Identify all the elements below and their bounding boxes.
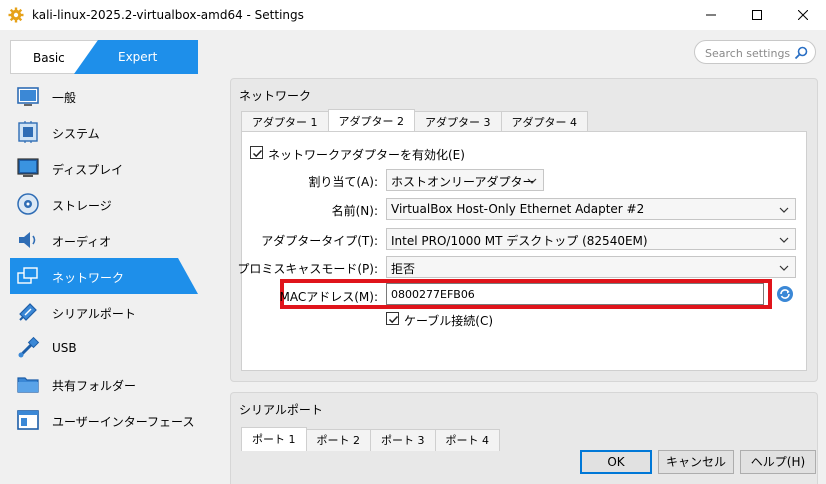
sidebar-item-label: ディスプレイ — [52, 163, 124, 177]
maximize-button[interactable] — [734, 0, 780, 30]
title-bar: kali-linux-2025.2-virtualbox-amd64 - Set… — [0, 0, 826, 30]
display-icon — [17, 158, 39, 177]
network-icon — [17, 267, 38, 284]
sidebar-item-shared-folder[interactable]: 共有フォルダー — [10, 366, 220, 402]
sidebar-item-label: ストレージ — [52, 199, 112, 213]
checkmark-icon — [252, 149, 263, 158]
cable-connected-label[interactable]: ケーブル接続(C) — [404, 312, 493, 329]
tab-adapter-1[interactable]: アダプター 1 — [241, 111, 329, 133]
mac-address-label: MACアドレス(M): — [279, 290, 379, 304]
sidebar-item-label: 共有フォルダー — [52, 379, 137, 393]
adapter-type-value: Intel PRO/1000 MT デスクトップ (82540EM) — [391, 234, 648, 248]
enable-adapter-label[interactable]: ネットワークアダプターを有効化(E) — [268, 146, 465, 163]
shared-folder-icon — [17, 377, 39, 393]
sidebar-item-user-interface[interactable]: ユーザーインターフェース — [10, 402, 220, 438]
sidebar-item-display[interactable]: ディスプレイ — [10, 150, 220, 186]
chevron-down-icon — [527, 178, 537, 184]
expert-mode-label: Expert — [118, 50, 158, 64]
cancel-button[interactable]: キャンセル — [658, 450, 734, 474]
sidebar-item-label: ネットワーク — [52, 271, 125, 285]
sidebar-item-storage[interactable]: ストレージ — [10, 186, 220, 222]
network-section: ネットワーク アダプター 1 アダプター 2 アダプター 3 アダプター 4 ネ… — [230, 78, 818, 382]
general-icon — [17, 87, 39, 106]
tab-adapter-4[interactable]: アダプター 4 — [500, 111, 588, 133]
chevron-down-icon — [779, 237, 789, 243]
adapter-tab-page: ネットワークアダプターを有効化(E) 割り当て(A): ホストオンリーアダプター… — [237, 131, 807, 371]
adapter-name-select[interactable]: VirtualBox Host-Only Ethernet Adapter #2 — [386, 198, 796, 220]
minimize-button[interactable] — [688, 0, 734, 30]
serial-port-section-title: シリアルポート — [239, 403, 323, 417]
close-button[interactable] — [780, 0, 826, 30]
promiscuous-mode-label: プロミスキャスモード(P): — [237, 262, 378, 276]
attached-to-select[interactable]: ホストオンリーアダプター — [386, 169, 544, 191]
storage-icon — [17, 193, 39, 215]
settings-sidebar: 一般 システム ディスプレイ ストレージ オーディオ ネットワーク シリアルポー… — [10, 78, 220, 448]
minimize-icon — [706, 14, 716, 16]
chevron-down-icon — [779, 207, 789, 213]
adapter-name-label: 名前(N): — [331, 204, 378, 218]
system-icon — [18, 121, 38, 143]
help-button[interactable]: ヘルプ(H) — [740, 450, 816, 474]
mac-address-input[interactable] — [386, 283, 764, 305]
tab-port-4[interactable]: ポート 4 — [434, 429, 500, 451]
expert-mode-tab[interactable]: Expert — [10, 40, 200, 74]
virtualbox-gear-icon — [8, 7, 24, 23]
search-box[interactable] — [694, 40, 816, 64]
network-section-title: ネットワーク — [239, 89, 312, 103]
window-title: kali-linux-2025.2-virtualbox-amd64 - Set… — [32, 8, 304, 22]
checkmark-icon — [388, 315, 399, 324]
audio-icon — [19, 232, 36, 248]
close-icon — [798, 10, 808, 20]
sidebar-item-label: オーディオ — [52, 235, 112, 249]
attached-to-value: ホストオンリーアダプター — [391, 175, 535, 189]
mode-switcher: Basic Expert — [10, 40, 200, 74]
promiscuous-mode-select[interactable]: 拒否 — [386, 256, 796, 278]
usb-icon — [18, 336, 40, 358]
adapter-type-label: アダプタータイプ(T): — [261, 234, 378, 248]
cable-connected-checkbox[interactable] — [386, 312, 399, 325]
attached-to-label: 割り当て(A): — [308, 175, 378, 189]
adapter-tabs: アダプター 1 アダプター 2 アダプター 3 アダプター 4 — [241, 109, 588, 133]
expert-tab-shape — [74, 40, 198, 74]
settings-body: Basic Expert 一般 システム ディスプレイ — [0, 30, 826, 484]
sidebar-item-network[interactable]: ネットワーク — [10, 258, 220, 294]
sidebar-item-serial-port[interactable]: シリアルポート — [10, 294, 220, 330]
user-interface-icon — [17, 410, 39, 430]
tab-port-3[interactable]: ポート 3 — [370, 429, 436, 451]
adapter-name-value: VirtualBox Host-Only Ethernet Adapter #2 — [391, 202, 645, 216]
refresh-mac-icon[interactable] — [776, 285, 794, 303]
maximize-icon — [752, 10, 762, 20]
sidebar-item-label: 一般 — [52, 91, 77, 105]
enable-adapter-checkbox[interactable] — [250, 146, 263, 159]
sidebar-item-label: シリアルポート — [52, 307, 136, 321]
tab-adapter-3[interactable]: アダプター 3 — [414, 111, 502, 133]
tab-port-1[interactable]: ポート 1 — [241, 427, 307, 451]
sidebar-item-general[interactable]: 一般 — [10, 78, 220, 114]
sidebar-item-usb[interactable]: USB — [10, 330, 220, 366]
tab-adapter-2[interactable]: アダプター 2 — [327, 109, 415, 133]
sidebar-item-label: ユーザーインターフェース — [52, 415, 195, 429]
serial-port-icon — [19, 303, 37, 321]
search-icon[interactable] — [793, 45, 809, 61]
sidebar-item-system[interactable]: システム — [10, 114, 220, 150]
port-tabs: ポート 1 ポート 2 ポート 3 ポート 4 — [241, 427, 500, 451]
promiscuous-mode-value: 拒否 — [391, 262, 416, 276]
search-input[interactable] — [705, 45, 791, 61]
sidebar-item-label: システム — [52, 127, 100, 141]
sidebar-item-label: USB — [52, 341, 77, 355]
ok-button[interactable]: OK — [580, 450, 652, 474]
chevron-down-icon — [779, 265, 789, 271]
sidebar-item-audio[interactable]: オーディオ — [10, 222, 220, 258]
adapter-type-select[interactable]: Intel PRO/1000 MT デスクトップ (82540EM) — [386, 228, 796, 250]
tab-port-2[interactable]: ポート 2 — [305, 429, 371, 451]
